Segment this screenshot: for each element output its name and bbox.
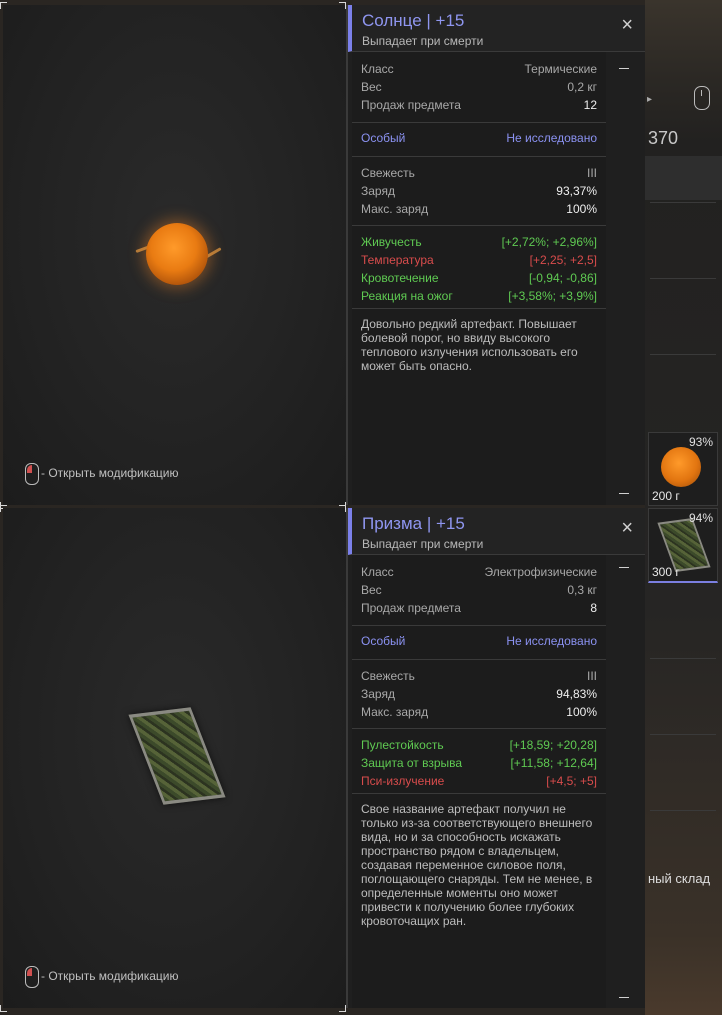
mouse-left-click-icon (25, 966, 39, 988)
special-section: Особый Не исследовано (352, 123, 606, 157)
item-stats: Класс Электрофизические Вес 0,3 кг Продаж … (352, 555, 607, 1008)
item-description: Довольно редкий артефакт. Повышает болев… (361, 317, 578, 373)
prism-artifact-icon (657, 517, 711, 573)
inventory-slot-prism[interactable]: 94% 300 г (648, 508, 718, 583)
open-mod-hint[interactable]: - Открыть модификацию (25, 463, 179, 485)
open-mod-hint[interactable]: - Открыть модификацию (25, 966, 179, 988)
effects-section: Живучесть [+2,72%; +2,96%] Температура [+2… (352, 226, 606, 309)
scrollbar[interactable] (606, 555, 645, 1008)
prop-row: Вес 0,2 кг (361, 80, 597, 94)
prop-row: Класс Электрофизические (361, 565, 597, 579)
sun-artifact-icon (661, 447, 701, 487)
slot-charge: 94% (688, 511, 713, 525)
divider (650, 354, 716, 355)
hint-text: - Открыть модификацию (41, 969, 179, 984)
item-preview: - Открыть модификацию (3, 508, 348, 1008)
effect-row: Пулестойкость [+18,59; +20,28] (361, 738, 597, 752)
divider (650, 810, 716, 811)
scroll-up-icon[interactable] (619, 567, 629, 568)
divider (650, 658, 716, 659)
corner-bracket (339, 2, 346, 9)
state-section: Свежесть III Заряд 94,83% Макс. заряд 100% (352, 660, 606, 729)
props-section: Класс Термические Вес 0,2 кг Продаж предме… (352, 52, 606, 123)
state-row: Макс. заряд 100% (361, 202, 597, 216)
item-info: Призма | +15 Выпадает при смерти × Класс… (348, 508, 645, 1008)
corner-bracket (339, 505, 346, 512)
state-row: Свежесть III (361, 669, 597, 683)
corner-bracket (0, 2, 7, 9)
prop-row: Продаж предмета 8 (361, 601, 597, 615)
corner-bracket (0, 1005, 7, 1012)
corner-bracket (0, 505, 7, 512)
sun-artifact-icon (146, 223, 208, 285)
item-info: Солнце | +15 Выпадает при смерти × Класс… (348, 5, 645, 505)
item-stats: Класс Термические Вес 0,2 кг Продаж предме… (352, 52, 607, 505)
item-description: Свое название артефакт получил не только… (361, 802, 593, 928)
state-section: Свежесть III Заряд 93,37% Макс. заряд 100% (352, 157, 606, 226)
scroll-up-icon[interactable] (619, 68, 629, 69)
prop-row: Вес 0,3 кг (361, 583, 597, 597)
slot-weight: 200 г (652, 489, 680, 503)
hint-text: - Открыть модификацию (41, 466, 179, 481)
prop-row: Продаж предмета 12 (361, 98, 597, 112)
item-header: Призма | +15 Выпадает при смерти × (348, 508, 645, 555)
stash-label: ный склад (648, 871, 711, 886)
scrollbar[interactable] (606, 52, 645, 505)
slot-weight: 300 г (652, 565, 680, 579)
effect-row: Пси-излучение [+4,5; +5] (361, 774, 597, 788)
mouse-icon (694, 86, 710, 110)
arrow-icon: ▸ (647, 94, 653, 105)
props-section: Класс Электрофизические Вес 0,3 кг Продаж … (352, 555, 606, 626)
corner-bracket (339, 1005, 346, 1012)
background-bar (645, 156, 722, 200)
effect-row: Защита от взрыва [+11,58; +12,64] (361, 756, 597, 770)
divider (650, 278, 716, 279)
effects-section: Пулестойкость [+18,59; +20,28] Защита от … (352, 729, 606, 794)
item-title: Призма | +15 (362, 514, 465, 533)
prop-row: Класс Термические (361, 62, 597, 76)
scroll-down-icon[interactable] (619, 997, 629, 998)
item-tooltip-sun: - Открыть модификацию Солнце | +15 Выпад… (0, 2, 645, 509)
slot-charge: 93% (688, 435, 713, 449)
special-row: Особый Не исследовано (361, 634, 597, 648)
prism-artifact-icon (128, 707, 226, 805)
effect-row: Кровотечение [-0,94; -0,86] (361, 271, 597, 285)
mouse-left-click-icon (25, 463, 39, 485)
item-tooltip-prism: - Открыть модификацию Призма | +15 Выпад… (0, 505, 645, 1012)
divider (650, 734, 716, 735)
state-row: Свежесть III (361, 166, 597, 180)
effect-row: Температура [+2,25; +2,5] (361, 253, 597, 267)
close-icon[interactable]: × (621, 518, 633, 538)
item-drop-info: Выпадает при смерти (362, 34, 484, 48)
effect-row: Живучесть [+2,72%; +2,96%] (361, 235, 597, 249)
special-section: Особый Не исследовано (352, 626, 606, 660)
background-counter: 370 (648, 128, 679, 148)
close-icon[interactable]: × (621, 15, 633, 35)
state-row: Заряд 93,37% (361, 184, 597, 198)
item-title: Солнце | +15 (362, 11, 465, 30)
item-preview: - Открыть модификацию (3, 5, 348, 505)
divider (650, 202, 716, 203)
effect-row: Реакция на ожог [+3,58%; +3,9%] (361, 289, 597, 303)
item-drop-info: Выпадает при смерти (362, 537, 484, 551)
inventory-slot-sun[interactable]: 93% 200 г (648, 432, 718, 506)
item-header: Солнце | +15 Выпадает при смерти × (348, 5, 645, 52)
state-row: Макс. заряд 100% (361, 705, 597, 719)
special-row: Особый Не исследовано (361, 131, 597, 145)
scroll-down-icon[interactable] (619, 493, 629, 494)
state-row: Заряд 94,83% (361, 687, 597, 701)
